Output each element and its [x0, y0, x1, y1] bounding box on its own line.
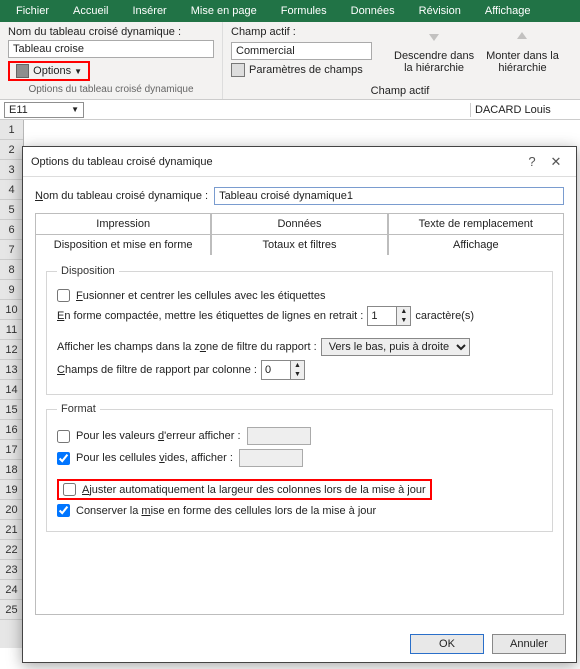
ribbon-tab-file[interactable]: Fichier	[4, 2, 61, 20]
indent-label: En forme compactée, mettre les étiquette…	[57, 310, 363, 322]
tab-page-layout: Disposition Fusionner et centrer les cel…	[35, 255, 564, 615]
name-box-value: E11	[9, 104, 28, 116]
empty-label[interactable]: Pour les cellules vides, afficher :	[76, 452, 233, 464]
close-button[interactable]: ✕	[544, 154, 568, 170]
field-settings-button[interactable]: Paramètres de champs	[231, 63, 363, 77]
disposition-fieldset: Disposition Fusionner et centrer les cel…	[46, 265, 553, 395]
tab-layout[interactable]: Disposition et mise en forme	[35, 234, 211, 255]
drill-up-icon	[512, 28, 532, 48]
preserve-checkbox[interactable]	[57, 504, 70, 517]
merge-label[interactable]: Fusionner et centrer les cellules avec l…	[76, 290, 325, 302]
autofit-label[interactable]: Ajuster automatiquement la largeur des c…	[82, 484, 426, 496]
indent-input[interactable]	[368, 307, 396, 325]
pivot-name-label: Nom du tableau croisé dynamique :	[8, 26, 214, 38]
ribbon-tab-data[interactable]: Données	[339, 2, 407, 20]
tab-display[interactable]: Affichage	[388, 234, 564, 255]
ribbon-tabs: Fichier Accueil Insérer Mise en page For…	[0, 0, 580, 22]
drill-up-label: Monter dans la hiérarchie	[486, 50, 559, 74]
cancel-button[interactable]: Annuler	[492, 634, 566, 654]
dialog-titlebar[interactable]: Options du tableau croisé dynamique ? ✕	[23, 147, 576, 177]
field-settings-label: Paramètres de champs	[249, 64, 363, 76]
disposition-legend: Disposition	[57, 265, 119, 277]
autofit-highlight: Ajuster automatiquement la largeur des c…	[57, 479, 432, 500]
filter-cols-spinner[interactable]: ▲▼	[261, 360, 305, 380]
error-label[interactable]: Pour les valeurs d'erreur afficher :	[76, 430, 241, 442]
ribbon-tab-formulas[interactable]: Formules	[269, 2, 339, 20]
ribbon-group-pivot: Nom du tableau croisé dynamique : Option…	[0, 22, 222, 99]
dialog-tabs-front: Disposition et mise en forme Totaux et f…	[35, 234, 564, 255]
help-button[interactable]: ?	[520, 154, 544, 169]
spinner-up-icon[interactable]: ▲	[397, 307, 410, 316]
indent-spinner[interactable]: ▲▼	[367, 306, 411, 326]
chevron-down-icon[interactable]: ▼	[71, 105, 79, 114]
drill-down-label: Descendre dans la hiérarchie	[394, 50, 474, 74]
ribbon-tab-review[interactable]: Révision	[407, 2, 473, 20]
filter-pos-select[interactable]: Vers le bas, puis à droite	[321, 338, 470, 356]
spinner-down-icon[interactable]: ▼	[291, 370, 304, 379]
ok-button[interactable]: OK	[410, 634, 484, 654]
dlg-name-input[interactable]	[214, 187, 564, 205]
format-fieldset: Format Pour les valeurs d'erreur affiche…	[46, 403, 553, 532]
chevron-down-icon: ▼	[74, 67, 82, 76]
row-headers: 1234567891011121314151617181920212223242…	[0, 120, 24, 648]
options-icon	[16, 64, 29, 78]
ribbon-body: Nom du tableau croisé dynamique : Option…	[0, 22, 580, 100]
drill-down-icon	[424, 28, 444, 48]
ribbon-group-label: Options du tableau croisé dynamique	[8, 84, 214, 95]
ribbon-group-field-label: Champ actif	[300, 85, 500, 97]
column-header-value: DACARD Louis	[470, 103, 580, 117]
error-value-input[interactable]	[247, 427, 311, 445]
options-button[interactable]: Options ▼	[8, 61, 90, 81]
indent-unit: caractère(s)	[415, 310, 474, 322]
formula-bar: E11 ▼ DACARD Louis	[0, 100, 580, 120]
options-button-label: Options	[33, 65, 71, 77]
dialog-title: Options du tableau croisé dynamique	[31, 156, 520, 168]
dialog-tabs-back: Impression Données Texte de remplacement	[35, 213, 564, 235]
active-field-label: Champ actif :	[231, 26, 372, 38]
field-settings-icon	[231, 63, 245, 77]
ribbon-tab-view[interactable]: Affichage	[473, 2, 543, 20]
pivot-options-dialog: Options du tableau croisé dynamique ? ✕ …	[22, 146, 577, 663]
empty-checkbox[interactable]	[57, 452, 70, 465]
spinner-down-icon[interactable]: ▼	[397, 316, 410, 325]
filter-cols-input[interactable]	[262, 361, 290, 379]
drill-up-button[interactable]: Monter dans la hiérarchie	[480, 26, 565, 76]
empty-value-input[interactable]	[239, 449, 303, 467]
ribbon-tab-insert[interactable]: Insérer	[120, 2, 178, 20]
name-box[interactable]: E11 ▼	[4, 102, 84, 118]
filter-pos-label: Afficher les champs dans la zone de filt…	[57, 341, 317, 353]
tab-totals[interactable]: Totaux et filtres	[211, 234, 387, 255]
merge-checkbox[interactable]	[57, 289, 70, 302]
spinner-up-icon[interactable]: ▲	[291, 361, 304, 370]
ribbon-tab-home[interactable]: Accueil	[61, 2, 120, 20]
pivot-name-input[interactable]	[8, 40, 214, 58]
tab-alttext[interactable]: Texte de remplacement	[388, 213, 564, 235]
tab-data[interactable]: Données	[211, 213, 387, 235]
tab-print[interactable]: Impression	[35, 213, 211, 235]
ribbon-tab-layout[interactable]: Mise en page	[179, 2, 269, 20]
filter-cols-label: Champs de filtre de rapport par colonne …	[57, 364, 257, 376]
autofit-checkbox[interactable]	[63, 483, 76, 496]
dlg-name-label: NNom du tableau croisé dynamique :om du …	[35, 190, 208, 202]
format-legend: Format	[57, 403, 100, 415]
error-checkbox[interactable]	[57, 430, 70, 443]
preserve-label[interactable]: Conserver la mise en forme des cellules …	[76, 505, 376, 517]
drill-down-button[interactable]: Descendre dans la hiérarchie	[388, 26, 480, 76]
active-field-input[interactable]	[231, 42, 372, 60]
